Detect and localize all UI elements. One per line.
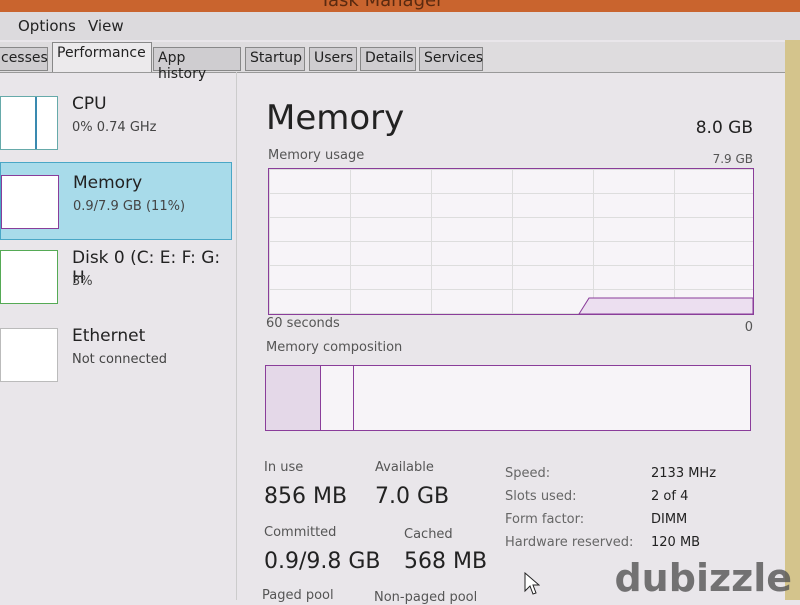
sidebar-item-value: 0% 0.74 GHz (72, 120, 157, 135)
sidebar-item-value: 3% (72, 274, 93, 289)
available-value: 7.0 GB (375, 484, 450, 509)
tab-processes[interactable]: cesses (0, 47, 48, 71)
tab-startup[interactable]: Startup (245, 47, 305, 71)
form-factor-value: DIMM (651, 512, 688, 527)
memory-panel: Memory 8.0 GB Memory usage 7.9 GB 60 sec… (250, 72, 785, 605)
tab-users[interactable]: Users (309, 47, 357, 71)
total-memory: 8.0 GB (695, 118, 753, 138)
sidebar-item-disk[interactable]: Disk 0 (C: E: F: G: H 3% (0, 238, 230, 314)
memory-composition-label: Memory composition (266, 340, 403, 355)
resource-list: CPU 0% 0.74 GHz Memory 0.9/7.9 GB (11%) … (0, 72, 237, 600)
sidebar-item-label: CPU (72, 94, 107, 114)
time-axis-left: 60 seconds (266, 316, 340, 331)
sidebar-item-value: 0.9/7.9 GB (11%) (73, 199, 186, 214)
window-edge (785, 40, 800, 600)
committed-value: 0.9/9.8 GB (264, 549, 381, 574)
slots-label: Slots used: (505, 489, 577, 504)
disk-thumbnail-graph (0, 250, 58, 304)
title-bar: Task Manager (0, 0, 800, 12)
speed-value: 2133 MHz (651, 466, 717, 481)
time-axis-right: 0 (744, 320, 753, 335)
ethernet-thumbnail-graph (0, 328, 58, 382)
cached-label: Cached (404, 527, 453, 542)
tab-performance[interactable]: Performance (52, 42, 152, 72)
in-use-value: 856 MB (264, 484, 348, 509)
hardware-reserved-value: 120 MB (651, 535, 701, 550)
page-title: Memory (266, 98, 405, 138)
memory-usage-area (578, 297, 753, 314)
menu-bar: Options View (0, 12, 800, 40)
menu-options[interactable]: Options (18, 17, 76, 35)
mouse-cursor-icon (524, 572, 540, 595)
sidebar-item-label: Ethernet (72, 326, 146, 346)
sidebar-item-ethernet[interactable]: Ethernet Not connected (0, 316, 230, 392)
slots-value: 2 of 4 (651, 489, 689, 504)
cached-value: 568 MB (404, 549, 488, 574)
paged-pool-label: Paged pool (262, 588, 334, 603)
sidebar-item-value: Not connected (72, 352, 167, 367)
committed-label: Committed (264, 525, 337, 540)
modified-standby-segment (321, 366, 354, 430)
tab-details[interactable]: Details (360, 47, 416, 71)
memory-details: Speed: 2133 MHz Slots used: 2 of 4 Form fa… (505, 462, 716, 554)
dubizzle-watermark: dubizzle (614, 556, 792, 600)
memory-usage-label: Memory usage (268, 148, 365, 163)
memory-composition-bar (265, 365, 751, 431)
non-paged-pool-label: Non-paged pool (374, 590, 478, 605)
memory-usage-graph (268, 168, 754, 315)
available-label: Available (375, 460, 434, 475)
menu-view[interactable]: View (88, 17, 124, 35)
form-factor-label: Form factor: (505, 512, 585, 527)
cpu-thumbnail-graph (0, 96, 58, 150)
tab-app-history[interactable]: App history (153, 47, 241, 82)
sidebar-item-memory[interactable]: Memory 0.9/7.9 GB (11%) (0, 162, 232, 240)
tab-services[interactable]: Services (419, 47, 483, 71)
memory-usage-max: 7.9 GB (712, 152, 753, 166)
sidebar-item-label: Memory (73, 173, 143, 193)
tab-bar: cesses Performance App history Startup U… (0, 42, 785, 82)
in-use-segment (266, 366, 321, 430)
in-use-label: In use (264, 460, 304, 475)
sidebar-item-cpu[interactable]: CPU 0% 0.74 GHz (0, 84, 230, 160)
memory-thumbnail-graph (1, 175, 59, 229)
speed-label: Speed: (505, 466, 551, 481)
window-title: Task Manager (320, 0, 444, 11)
hardware-reserved-label: Hardware reserved: (505, 535, 634, 550)
sidebar-item-label: Disk 0 (C: E: F: G: H (72, 248, 221, 288)
